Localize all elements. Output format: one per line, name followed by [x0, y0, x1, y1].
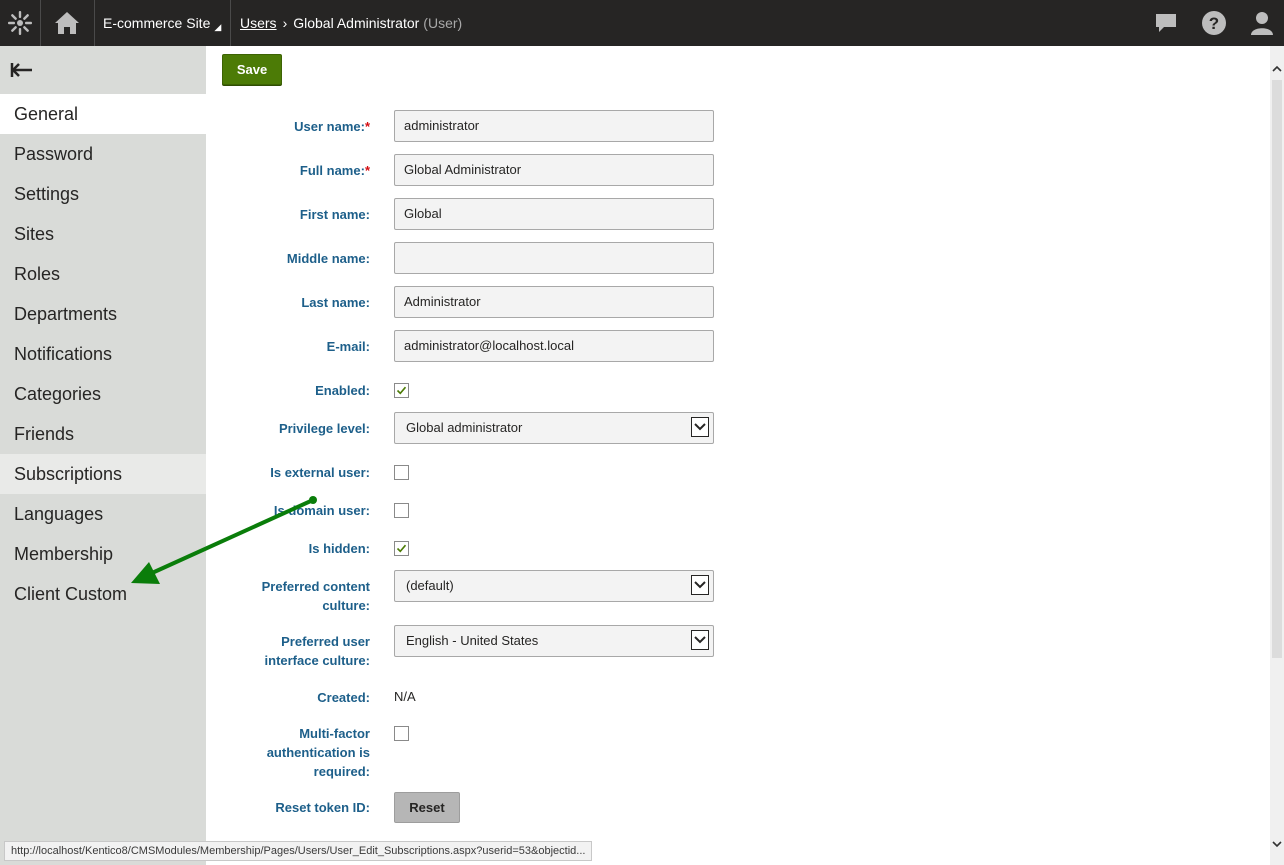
user-icon[interactable]	[1244, 0, 1280, 46]
chevron-right-icon: ›	[282, 15, 288, 31]
chevron-down-icon	[691, 417, 709, 437]
svg-text:?: ?	[1209, 14, 1219, 33]
sidebar-item-departments[interactable]: Departments	[0, 294, 206, 334]
sidebar-item-roles[interactable]: Roles	[0, 254, 206, 294]
first-name-input[interactable]: Global	[394, 198, 714, 230]
is-external-user-label: Is external user:	[270, 465, 370, 480]
back-arrow-icon	[10, 63, 32, 77]
is-domain-user-label: Is domain user:	[273, 503, 370, 518]
main-content: Save User name:* administrator Full name…	[206, 46, 1270, 865]
sidebar-item-friends[interactable]: Friends	[0, 414, 206, 454]
sidebar-item-sites[interactable]: Sites	[0, 214, 206, 254]
preferred-content-culture-value: (default)	[406, 578, 454, 593]
privilege-level-select[interactable]: Global administrator	[394, 412, 714, 444]
chevron-down-icon	[691, 575, 709, 595]
caret-down-icon: ◢	[214, 22, 222, 32]
checkmark-icon	[396, 386, 407, 395]
breadcrumb-current: Global Administrator	[293, 15, 420, 31]
site-name: E-commerce Site	[103, 15, 211, 31]
privilege-level-value: Global administrator	[406, 420, 523, 435]
enabled-checkbox[interactable]	[394, 383, 409, 398]
user-name-label: User name:*	[294, 119, 370, 134]
divider	[94, 0, 95, 46]
full-name-input[interactable]: Global Administrator	[394, 154, 714, 186]
user-name-input[interactable]: administrator	[394, 110, 714, 142]
reset-token-button[interactable]: Reset	[394, 792, 460, 823]
top-bar: E-commerce Site ◢ Users › Global Administra…	[0, 0, 1284, 46]
chevron-down-icon	[691, 630, 709, 650]
sidebar-item-categories[interactable]: Categories	[0, 374, 206, 414]
sidebar-item-notifications[interactable]: Notifications	[0, 334, 206, 374]
middle-name-input[interactable]	[394, 242, 714, 274]
mfa-label: Multi-factor authentication is required:	[266, 726, 370, 779]
preferred-ui-culture-select[interactable]: English - United States	[394, 625, 714, 657]
mfa-checkbox[interactable]	[394, 726, 409, 741]
full-name-label: Full name:*	[299, 163, 370, 178]
last-name-input[interactable]: Administrator	[394, 286, 714, 318]
created-value: N/A	[394, 689, 416, 704]
divider	[230, 0, 231, 46]
preferred-ui-culture-label: Preferred user interface culture:	[264, 634, 370, 668]
breadcrumb-type: (User)	[423, 15, 463, 31]
sidebar-item-membership[interactable]: Membership	[0, 534, 206, 574]
created-label: Created:	[317, 690, 370, 705]
scrollbar[interactable]	[1270, 46, 1284, 865]
email-input[interactable]: administrator@localhost.local	[394, 330, 714, 362]
is-domain-user-checkbox[interactable]	[394, 503, 409, 518]
middle-name-label: Middle name:	[286, 251, 370, 266]
sidebar-item-password[interactable]: Password	[0, 134, 206, 174]
home-icon[interactable]	[41, 0, 93, 46]
kentico-logo-icon[interactable]	[0, 0, 40, 46]
sidebar-item-client-custom[interactable]: Client Custom	[0, 574, 206, 614]
first-name-label: First name:	[299, 207, 370, 222]
is-hidden-label: Is hidden:	[308, 541, 370, 556]
site-selector[interactable]: E-commerce Site ◢	[103, 0, 221, 46]
preferred-ui-culture-value: English - United States	[406, 633, 539, 648]
breadcrumb: Users › Global Administrator (User)	[240, 0, 462, 46]
checkmark-icon	[396, 544, 407, 553]
reset-token-label: Reset token ID:	[275, 800, 370, 815]
sidebar-item-settings[interactable]: Settings	[0, 174, 206, 214]
last-name-label: Last name:	[301, 295, 370, 310]
is-external-user-checkbox[interactable]	[394, 465, 409, 480]
privilege-level-label: Privilege level:	[278, 421, 370, 436]
scroll-up-icon[interactable]	[1270, 58, 1284, 78]
status-bar-url: http://localhost/Kentico8/CMSModules/Mem…	[4, 841, 593, 861]
save-button[interactable]: Save	[222, 54, 282, 85]
scroll-thumb[interactable]	[1272, 80, 1282, 658]
email-label: E-mail:	[326, 339, 370, 354]
back-button[interactable]	[0, 46, 206, 94]
is-hidden-checkbox[interactable]	[394, 541, 409, 556]
preferred-content-culture-select[interactable]: (default)	[394, 570, 714, 602]
sidebar-item-subscriptions[interactable]: Subscriptions	[0, 454, 206, 494]
scroll-down-icon[interactable]	[1270, 834, 1284, 854]
sidebar: General Password Settings Sites Roles De…	[0, 46, 206, 865]
sidebar-item-languages[interactable]: Languages	[0, 494, 206, 534]
help-icon[interactable]: ?	[1196, 0, 1232, 46]
breadcrumb-users-link[interactable]: Users	[240, 15, 277, 31]
preferred-content-culture-label: Preferred content culture:	[261, 579, 370, 613]
sidebar-item-general[interactable]: General	[0, 94, 206, 134]
enabled-label: Enabled:	[315, 383, 370, 398]
chat-icon[interactable]	[1148, 0, 1184, 46]
